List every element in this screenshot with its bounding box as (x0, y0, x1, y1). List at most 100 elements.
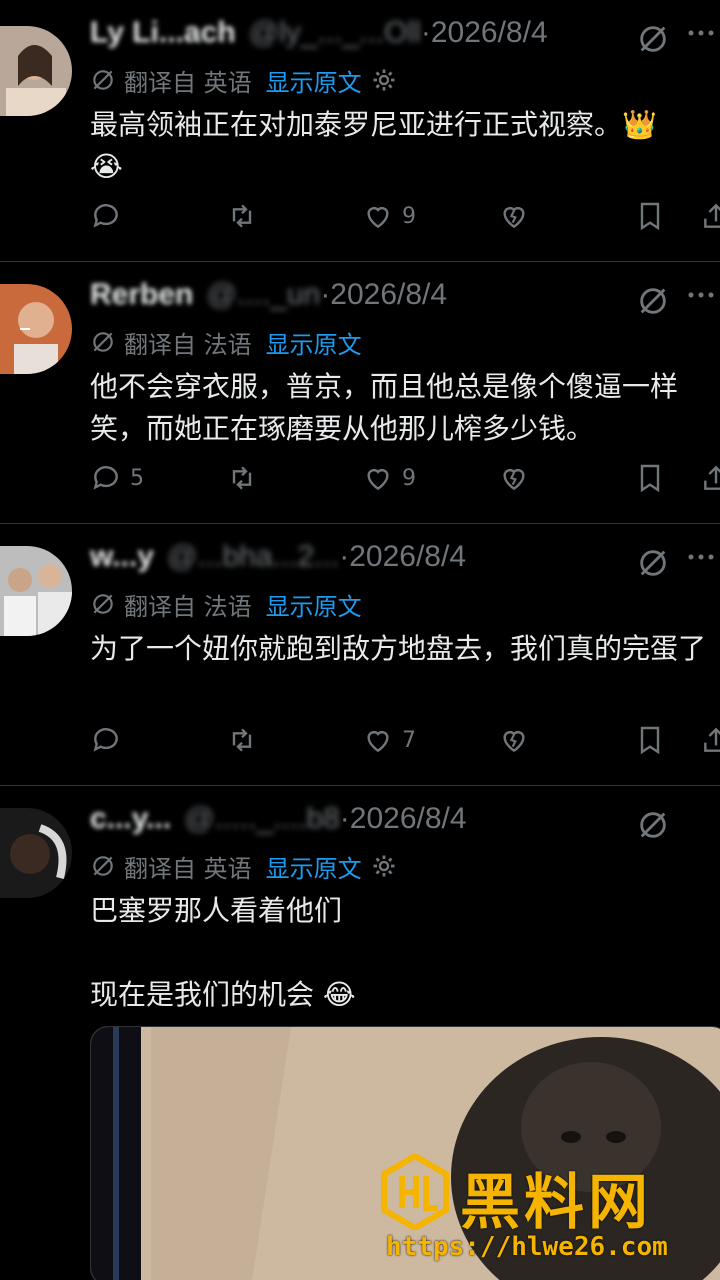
grok-icon[interactable] (636, 546, 670, 580)
gear-icon[interactable] (370, 66, 398, 94)
display-name[interactable]: Ly Li...ach (90, 16, 236, 50)
heart-icon (367, 731, 389, 753)
action-bar: 9 (90, 196, 720, 236)
avatar[interactable] (0, 808, 72, 898)
tweet-text: 巴塞罗那人看着他们 现在是我们的机会 😂 (90, 894, 356, 1011)
reply-icon (93, 466, 118, 490)
show-original-link[interactable]: 显示原文 (266, 63, 362, 98)
tweet-3[interactable]: w...y @...bha...2...·2026/8/4 翻译自 法语 显示原… (0, 524, 720, 786)
bookmark-button[interactable] (634, 458, 666, 498)
like-count: 9 (402, 465, 416, 491)
post-date: ·2026/8/4 (339, 802, 467, 835)
broken-heart-icon (503, 469, 525, 491)
retweet-icon (232, 204, 252, 228)
post-date: ·2026/8/4 (320, 278, 448, 311)
gear-icon[interactable] (370, 852, 398, 880)
heart-icon (367, 469, 389, 491)
broken-heart-icon (503, 731, 525, 753)
bookmark-icon (640, 726, 660, 755)
translation-bar: 翻译自 英语 显示原文 (90, 62, 398, 98)
bookmark-icon (640, 464, 660, 493)
grok-icon[interactable] (636, 284, 670, 318)
reply-button[interactable]: 5 (90, 458, 144, 498)
more-icon[interactable] (686, 548, 716, 566)
like-button[interactable]: 9 (362, 458, 416, 498)
reply-icon (93, 728, 118, 752)
bookmark-icon (640, 202, 660, 231)
show-original-link[interactable]: 显示原文 (266, 325, 362, 360)
bookmark-button[interactable] (634, 720, 666, 760)
grok-icon[interactable] (636, 808, 670, 842)
translate-icon (93, 856, 113, 876)
translate-icon (93, 332, 113, 352)
like-button[interactable]: 7 (362, 720, 416, 760)
username: @...bha...2... (167, 540, 340, 573)
share-icon (704, 465, 720, 490)
username-and-date[interactable]: @....._....b8·2026/8/4 (184, 802, 466, 836)
heart-icon (367, 207, 389, 229)
translation-bar: 翻译自 法语 显示原文 (90, 324, 362, 360)
like-count: 7 (402, 727, 416, 753)
action-bar: 5 9 (90, 458, 720, 498)
show-original-link[interactable]: 显示原文 (266, 849, 362, 884)
watermark-url: https://hlwe26.com (386, 1232, 668, 1262)
reply-button[interactable] (90, 720, 130, 760)
like-button[interactable]: 9 (362, 196, 416, 236)
translation-bar: 翻译自 法语 显示原文 (90, 586, 362, 622)
avatar[interactable] (0, 546, 72, 636)
watermark-logo-icon (381, 1154, 449, 1230)
share-button[interactable] (700, 458, 720, 498)
tweet-header: w...y @...bha...2...·2026/8/4 (90, 540, 714, 584)
action-bar: 7 (90, 720, 720, 760)
translated-from: 翻译自 英语 (124, 854, 252, 883)
reply-icon (93, 204, 118, 228)
translated-from: 翻译自 法语 (124, 592, 252, 621)
watermark: 黑料网 https://hlwe26.com (380, 1150, 710, 1270)
share-icon (704, 727, 720, 752)
tweet-text: 为了一个妞你就跑到敌方地盘去，我们真的完蛋了 (90, 632, 707, 665)
username-and-date[interactable]: @ly_..._...Oll·2026/8/4 (249, 16, 548, 50)
reply-count: 5 (130, 465, 144, 491)
grok-icon[interactable] (636, 22, 670, 56)
retweet-button[interactable] (226, 458, 266, 498)
post-date: ·2026/8/4 (339, 540, 467, 573)
reply-button[interactable] (90, 196, 130, 236)
tweet-2[interactable]: Rerben @...._un·2026/8/4 翻译自 法语 显示原文 他不会… (0, 262, 720, 524)
more-icon[interactable] (686, 286, 716, 304)
tweet-text: 他不会穿衣服，普京，而且他总是像个傻逼一样笑，而她正在琢磨要从他那儿榨多少钱。 (90, 370, 679, 445)
retweet-button[interactable] (226, 720, 266, 760)
translated-from: 翻译自 英语 (124, 68, 252, 97)
tweet-header: c...y... @....._....b8·2026/8/4 (90, 802, 710, 846)
username: @....._....b8 (184, 802, 340, 835)
tweet-header: Rerben @...._un·2026/8/4 (90, 278, 714, 322)
bookmark-button[interactable] (634, 196, 666, 236)
share-icon (704, 203, 720, 228)
translate-icon (93, 594, 113, 614)
share-button[interactable] (700, 196, 720, 236)
translated-from: 翻译自 法语 (124, 330, 252, 359)
retweet-icon (232, 728, 252, 752)
display-name[interactable]: c...y... (90, 802, 171, 836)
show-original-link[interactable]: 显示原文 (266, 587, 362, 622)
more-icon[interactable] (686, 24, 716, 42)
username-and-date[interactable]: @...._un·2026/8/4 (206, 278, 447, 312)
display-name[interactable]: Rerben (90, 278, 193, 312)
share-button[interactable] (700, 720, 720, 760)
tweet-text: 最高领袖正在对加泰罗尼亚进行正式视察。👑 😭 (90, 108, 657, 183)
like-count: 9 (402, 203, 416, 229)
retweet-icon (232, 466, 252, 490)
avatar[interactable] (0, 284, 72, 374)
dislike-button[interactable] (498, 458, 530, 498)
watermark-title: 黑料网 (460, 1168, 652, 1238)
dislike-button[interactable] (498, 720, 530, 760)
translation-bar: 翻译自 英语 显示原文 (90, 848, 398, 884)
retweet-button[interactable] (226, 196, 266, 236)
tweet-1[interactable]: Ly Li...ach @ly_..._...Oll·2026/8/4 翻译自 … (0, 0, 720, 262)
username: @ly_..._...Oll (248, 16, 421, 49)
username-and-date[interactable]: @...bha...2...·2026/8/4 (167, 540, 466, 574)
broken-heart-icon (503, 207, 525, 229)
display-name[interactable]: w...y (90, 540, 154, 574)
post-date: ·2026/8/4 (420, 16, 548, 49)
dislike-button[interactable] (498, 196, 530, 236)
avatar[interactable] (0, 26, 72, 116)
